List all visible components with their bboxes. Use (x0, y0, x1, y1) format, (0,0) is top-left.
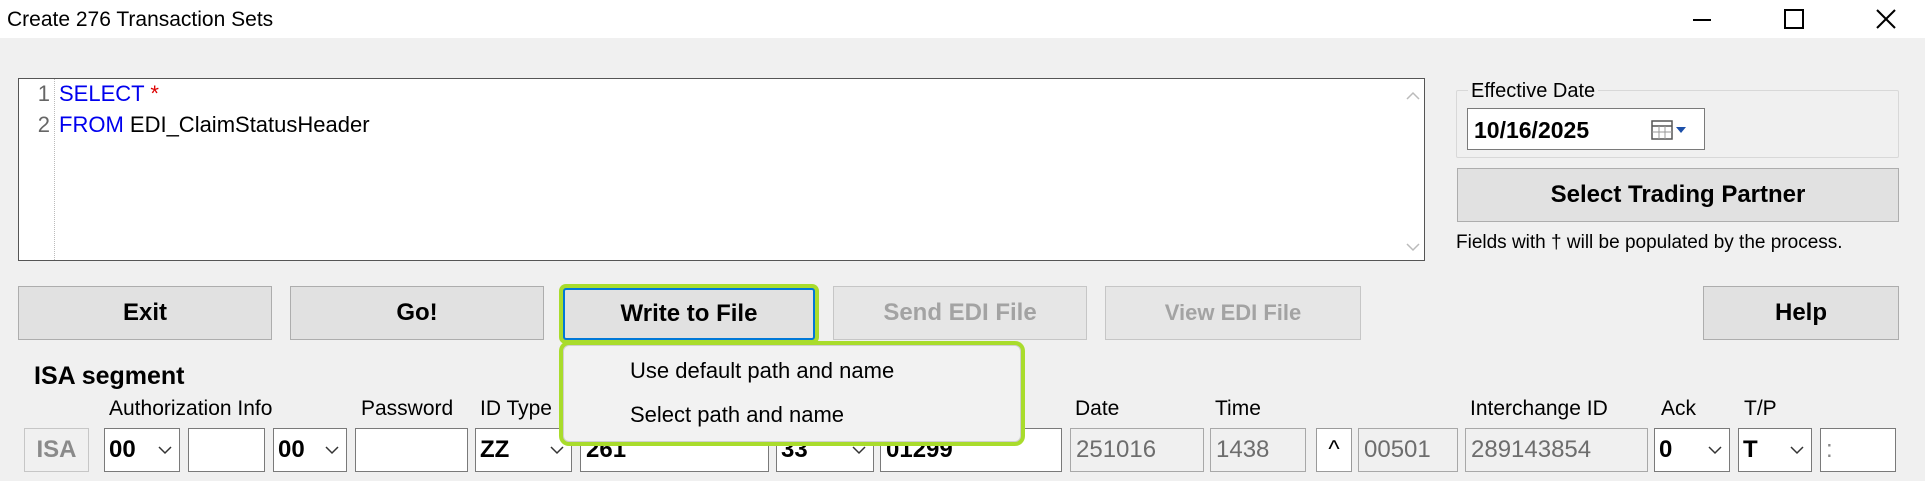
select-trading-partner-button[interactable]: Select Trading Partner (1457, 168, 1899, 222)
ack-select[interactable]: 0 (1654, 428, 1730, 472)
menu-item-select-path[interactable]: Select path and name (630, 402, 844, 428)
sender-id-type-value: ZZ (480, 436, 510, 463)
effective-date-label: Effective Date (1468, 80, 1599, 103)
interchange-id-label: Interchange ID (1470, 397, 1608, 420)
maximize-button[interactable] (1759, 0, 1829, 38)
exit-button[interactable]: Exit (18, 286, 272, 340)
send-edi-file-button[interactable]: Send EDI File (833, 286, 1087, 340)
effective-date-value: 10/16/2025 (1474, 117, 1590, 143)
test-production-value: T (1743, 436, 1758, 463)
view-edi-file-button[interactable]: View EDI File (1105, 286, 1361, 340)
populated-fields-note: Fields with † will be populated by the p… (1456, 232, 1843, 253)
password-qualifier-select[interactable]: 00 (273, 428, 347, 472)
isa-segment-title: ISA segment (34, 362, 185, 390)
chevron-down-icon (1790, 446, 1804, 455)
code-line: SELECT * (59, 81, 159, 107)
chevron-down-icon (1708, 446, 1722, 455)
help-button[interactable]: Help (1703, 286, 1899, 340)
calendar-icon[interactable] (1651, 119, 1689, 141)
time-label: Time (1215, 397, 1261, 420)
version-field: 00501 (1358, 428, 1458, 472)
ack-value: 0 (1659, 436, 1673, 463)
code-line: FROM EDI_ClaimStatusHeader (59, 112, 370, 138)
menu-item-use-default-path[interactable]: Use default path and name (630, 358, 894, 384)
go-button[interactable]: Go! (290, 286, 544, 340)
chevron-down-icon[interactable] (1406, 240, 1420, 254)
id-type-label: ID Type (480, 397, 552, 420)
line-number: 1 (37, 81, 50, 106)
close-icon (1876, 9, 1896, 29)
password-label: Password (361, 397, 454, 420)
interchange-date-field: 251016 (1070, 428, 1204, 472)
title-bar: Create 276 Transaction Sets (0, 0, 1925, 38)
line-number-gutter: 1 2 (19, 79, 55, 260)
authorization-qualifier-select[interactable]: 00 (104, 428, 180, 472)
chevron-down-icon (158, 446, 172, 455)
write-to-file-menu: Use default path and name Select path an… (563, 345, 1021, 442)
authorization-qualifier-value: 00 (109, 436, 136, 463)
chevron-down-icon (550, 446, 564, 455)
window-title: Create 276 Transaction Sets (7, 8, 274, 31)
chevron-up-icon[interactable] (1406, 89, 1420, 103)
ack-label: Ack (1661, 397, 1697, 420)
repetition-separator-button[interactable]: ^ (1316, 428, 1352, 472)
close-button[interactable] (1851, 0, 1921, 38)
sender-id-type-select[interactable]: ZZ (475, 428, 572, 472)
password-qualifier-value: 00 (278, 436, 305, 463)
authorization-info-label: Authorization Info (109, 397, 273, 420)
maximize-icon (1784, 9, 1804, 29)
editor-scrollbar[interactable] (1402, 79, 1424, 260)
sql-token: EDI_ClaimStatusHeader (129, 112, 370, 137)
minimize-icon (1693, 19, 1711, 21)
write-to-file-button[interactable]: Write to File (563, 288, 815, 340)
sql-keyword: FROM (59, 112, 124, 137)
password-input[interactable] (355, 428, 468, 472)
interchange-time-field: 1438 (1210, 428, 1306, 472)
test-production-label: T/P (1744, 397, 1777, 420)
test-production-select[interactable]: T (1738, 428, 1812, 472)
chevron-down-icon (325, 446, 339, 455)
sql-editor[interactable]: 1 2 SELECT * FROM EDI_ClaimStatusHeader (18, 78, 1425, 261)
sql-token: * (150, 81, 159, 106)
effective-date-picker[interactable]: 10/16/2025 (1467, 108, 1705, 150)
component-separator-input[interactable]: : (1820, 428, 1896, 472)
line-number: 2 (37, 112, 50, 137)
sql-keyword: SELECT (59, 81, 145, 106)
isa-prefix: ISA (24, 428, 89, 472)
chevron-down-icon (852, 446, 866, 455)
authorization-info-input[interactable] (188, 428, 265, 472)
minimize-button[interactable] (1667, 0, 1737, 38)
interchange-id-field: 289143854 (1465, 428, 1648, 472)
date-label: Date (1075, 397, 1120, 420)
